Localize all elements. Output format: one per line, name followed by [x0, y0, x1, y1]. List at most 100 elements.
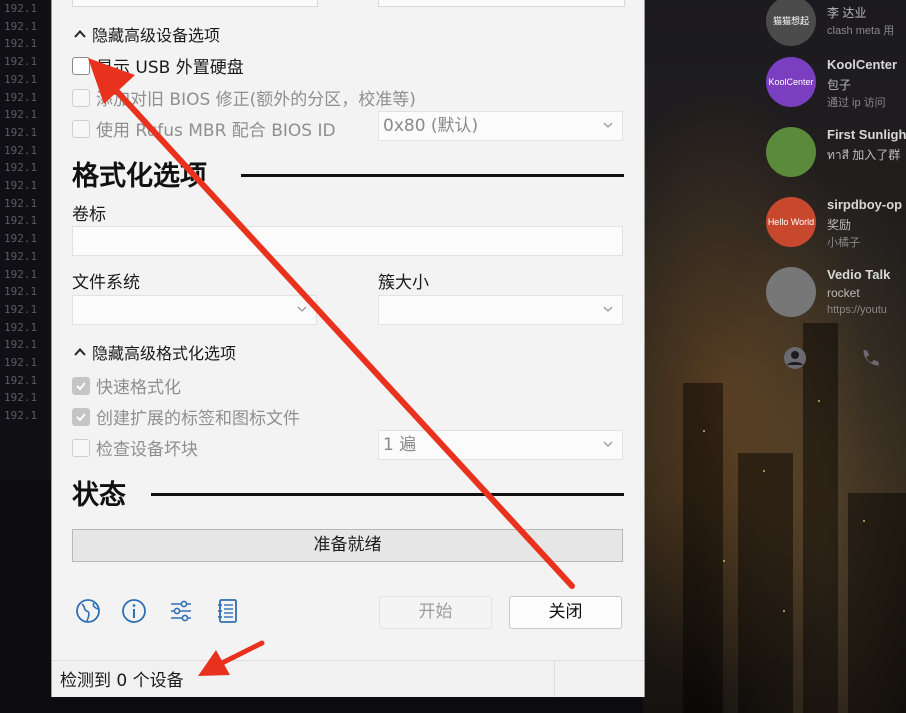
terminal-line: 192.1 [4, 249, 38, 263]
chat-item[interactable]: KoolCenter KoolCenter 包子 通过 ip 访问 [766, 57, 906, 121]
quick-format-checkbox[interactable] [72, 376, 90, 395]
terminal-line: 192.1 [4, 285, 38, 299]
chat-message: ทาสี 加入了群 [827, 148, 901, 162]
status-bar: 检测到 0 个设备 [52, 660, 644, 697]
passes-select[interactable]: 1 遍 [378, 430, 623, 460]
terminal-line: 192.1 [4, 320, 38, 334]
advanced-format-toggle[interactable]: 隐藏高级格式化选项 [74, 340, 236, 364]
heading-divider [151, 493, 624, 496]
chat-preview: 通过 ip 访问 [827, 97, 886, 109]
status-bar-text: 检测到 0 个设备 [60, 671, 184, 691]
cluster-size-select[interactable] [378, 295, 623, 325]
chat-preview: clash meta 用 [827, 25, 895, 37]
chat-item[interactable]: Vedio Talk rocket https://youtu [766, 267, 906, 331]
chevron-up-icon [74, 30, 86, 38]
quick-format-option[interactable]: 快速格式化 [72, 373, 181, 398]
chat-message: rocket [827, 286, 860, 300]
heading-divider [241, 174, 624, 177]
terminal-line: 192.1 [4, 196, 38, 210]
cluster-size-title: 簇大小 [378, 273, 429, 293]
chat-item[interactable]: 猫猫想起 李 达业 clash meta 用 [766, 0, 906, 60]
old-bios-fixes-label: 添加对旧 BIOS 修正(额外的分区，校准等) [96, 90, 416, 110]
terminal-line: 192.1 [4, 2, 38, 15]
terminal-line: 192.1 [4, 391, 38, 405]
status-bar-divider [554, 661, 555, 697]
chat-avatar [766, 267, 816, 317]
chat-name: Vedio Talk [827, 267, 891, 282]
chat-item[interactable]: First Sunligh ทาสี 加入了群 [766, 127, 906, 191]
terminal-line: 192.1 [4, 90, 38, 104]
bios-id-select[interactable]: 0x80 (默认) [378, 111, 623, 141]
chat-name: KoolCenter [827, 57, 898, 72]
rufus-mbr-option[interactable]: 使用 Rufus MBR 配合 BIOS ID [72, 116, 336, 141]
chat-message: 李 达业 [827, 6, 867, 20]
info-icon[interactable] [120, 597, 148, 625]
quick-format-label: 快速格式化 [96, 378, 181, 398]
bad-blocks-checkbox[interactable] [72, 438, 90, 457]
terminal-line: 192.1 [4, 19, 38, 33]
chat-preview: 小橘子 [827, 237, 860, 249]
advanced-format-toggle-label: 隐藏高级格式化选项 [92, 344, 237, 363]
progress-text: 准备就绪 [313, 535, 382, 555]
contacts-icon[interactable] [781, 344, 809, 372]
terminal-line: 192.1 [4, 409, 38, 423]
chevron-down-icon [603, 122, 613, 128]
progress-bar: 准备就绪 [72, 529, 623, 562]
passes-value: 1 遍 [383, 435, 417, 455]
log-icon[interactable] [214, 597, 242, 625]
advanced-device-toggle[interactable]: 隐藏高级设备选项 [74, 22, 220, 46]
checkmark-icon [76, 412, 86, 421]
old-bios-fixes-checkbox[interactable] [72, 88, 90, 107]
format-options-title: 格式化选项 [72, 161, 207, 192]
rufus-mbr-label: 使用 Rufus MBR 配合 BIOS ID [96, 121, 336, 141]
advanced-device-toggle-label: 隐藏高级设备选项 [92, 26, 221, 45]
show-usb-hdd-label: 显示 USB 外置硬盘 [96, 58, 244, 78]
filesystem-select[interactable] [72, 295, 317, 325]
chat-avatar: KoolCenter [766, 57, 816, 107]
device-select-partial[interactable] [72, 0, 318, 7]
terminal-line: 192.1 [4, 179, 38, 192]
show-usb-hdd-option[interactable]: 显示 USB 外置硬盘 [72, 53, 244, 78]
terminal-line: 192.1 [4, 338, 38, 352]
settings-sliders-icon[interactable] [167, 597, 195, 625]
status-title: 状态 [72, 480, 126, 511]
extended-label-label: 创建扩展的标签和图标文件 [96, 409, 300, 429]
rufus-dialog: 隐藏高级设备选项 显示 USB 外置硬盘 添加对旧 BIOS 修正(额外的分区，… [51, 0, 645, 697]
partition-select-partial[interactable] [378, 0, 625, 7]
filesystem-title: 文件系统 [72, 273, 140, 293]
bad-blocks-option[interactable]: 检查设备坏块 [72, 435, 198, 460]
status-heading: 状态 [72, 473, 126, 512]
format-options-heading: 格式化选项 [72, 154, 207, 193]
chat-name: sirpdboy-op [827, 197, 903, 212]
globe-icon[interactable] [74, 597, 102, 625]
bios-id-value: 0x80 (默认) [383, 116, 479, 136]
chat-message: 包子 [827, 78, 852, 92]
show-usb-hdd-checkbox[interactable] [72, 56, 90, 75]
terminal-line: 192.1 [4, 55, 38, 69]
chat-item[interactable]: Hello World sirpdboy-op 奖励 小橘子 [766, 197, 906, 261]
volume-label-input[interactable] [72, 226, 623, 256]
extended-label-option[interactable]: 创建扩展的标签和图标文件 [72, 404, 300, 429]
chevron-down-icon [297, 306, 307, 312]
terminal-line: 192.1 [4, 356, 38, 369]
old-bios-fixes-option[interactable]: 添加对旧 BIOS 修正(额外的分区，校准等) [72, 85, 416, 110]
chat-avatar: 猫猫想起 [766, 0, 816, 46]
terminal-line: 192.1 [4, 214, 38, 228]
terminal-line: 192.1 [4, 125, 38, 139]
terminal-line: 192.1 [4, 72, 38, 86]
close-button[interactable]: 关闭 [509, 596, 622, 629]
chat-preview: https://youtu [827, 304, 887, 316]
chat-avatar [766, 127, 816, 177]
extended-label-checkbox[interactable] [72, 407, 90, 426]
volume-label-title: 卷标 [72, 205, 106, 225]
bad-blocks-label: 检查设备坏块 [96, 440, 198, 460]
start-button[interactable]: 开始 [379, 596, 492, 629]
phone-icon[interactable] [856, 344, 884, 372]
chevron-down-icon [603, 441, 613, 447]
chat-name: First Sunligh [827, 127, 906, 142]
chat-message: 奖励 [827, 218, 852, 232]
terminal-line: 192.1 [4, 267, 38, 281]
terminal-line: 192.1 [4, 37, 38, 51]
chevron-down-icon [603, 306, 613, 312]
rufus-mbr-checkbox[interactable] [72, 119, 90, 138]
